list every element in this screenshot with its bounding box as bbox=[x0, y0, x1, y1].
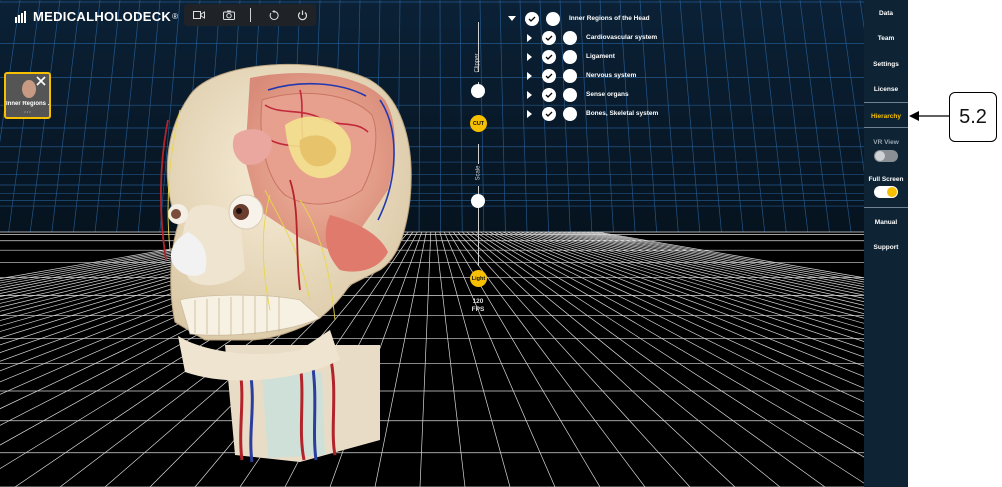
vr-view-toggle[interactable] bbox=[874, 150, 898, 162]
toggle-knob bbox=[875, 151, 885, 161]
collapse-icon[interactable] bbox=[508, 16, 516, 21]
thumbnail-preview bbox=[22, 80, 36, 98]
isolate-toggle[interactable] bbox=[563, 68, 577, 83]
tree-item-row[interactable]: Ligament bbox=[508, 47, 658, 66]
isolate-toggle[interactable] bbox=[546, 11, 560, 26]
sidebar-divider bbox=[864, 102, 908, 103]
fps-value: 120 bbox=[472, 298, 484, 305]
tree-item-row[interactable]: Sense organs bbox=[508, 85, 658, 104]
tree-item-label: Bones, Skeletal system bbox=[586, 110, 659, 117]
annotation-callout: 5.2 bbox=[949, 92, 997, 142]
check-icon bbox=[545, 111, 553, 117]
scale-track bbox=[478, 144, 479, 164]
record-video-button[interactable] bbox=[188, 4, 210, 26]
isolate-toggle[interactable] bbox=[563, 87, 577, 102]
power-icon bbox=[297, 10, 307, 20]
fps-unit: FPS bbox=[471, 306, 485, 313]
video-icon bbox=[193, 11, 205, 19]
fps-readout: 120 FPS bbox=[466, 298, 490, 314]
cut-button[interactable]: CUT bbox=[470, 115, 487, 132]
visibility-checkbox[interactable] bbox=[542, 49, 556, 64]
sidebar-item-license[interactable]: License bbox=[864, 86, 908, 93]
visibility-checkbox[interactable] bbox=[542, 87, 556, 102]
hierarchy-tree: Inner Regions of the Head Cardiovascular… bbox=[508, 9, 658, 123]
thumbnail-label: Inner Regions ... bbox=[6, 101, 49, 107]
tree-root-row: Inner Regions of the Head bbox=[508, 9, 658, 28]
scale-label: Scale bbox=[475, 165, 482, 181]
isolate-toggle[interactable] bbox=[563, 30, 577, 45]
close-icon[interactable] bbox=[35, 75, 47, 87]
sidebar-item-settings[interactable]: Settings bbox=[864, 61, 908, 68]
tree-item-label: Cardiovascular system bbox=[586, 34, 658, 41]
sidebar-item-team[interactable]: Team bbox=[864, 35, 908, 42]
isolate-toggle[interactable] bbox=[563, 106, 577, 121]
toolbar-divider bbox=[250, 8, 251, 22]
app-window: MEDICALHOLODECK ® Inner Regions ... • • •… bbox=[0, 0, 908, 487]
3d-viewport[interactable] bbox=[0, 0, 864, 487]
camera-icon bbox=[223, 10, 235, 20]
tree-children: Cardiovascular system Ligament Nervous sys… bbox=[508, 28, 658, 123]
tree-item-row[interactable]: Cardiovascular system bbox=[508, 28, 658, 47]
visibility-checkbox[interactable] bbox=[542, 68, 556, 83]
screenshot-button[interactable] bbox=[218, 4, 240, 26]
scale-slider-knob[interactable] bbox=[471, 194, 485, 208]
sidebar-divider bbox=[864, 127, 908, 128]
check-icon bbox=[545, 54, 553, 60]
sidebar-item-support[interactable]: Support bbox=[864, 244, 908, 251]
top-toolbar bbox=[184, 4, 316, 26]
full-screen-toggle[interactable] bbox=[874, 186, 898, 198]
full-screen-label: Full Screen bbox=[868, 176, 904, 183]
expand-icon[interactable] bbox=[527, 90, 532, 99]
clipper-slider-knob[interactable] bbox=[471, 84, 485, 98]
logo-icon bbox=[15, 10, 26, 23]
visibility-checkbox[interactable] bbox=[542, 30, 556, 45]
check-icon bbox=[528, 16, 536, 22]
model-thumbnail[interactable]: Inner Regions ... • • • bbox=[4, 72, 51, 119]
tree-item-label: Ligament bbox=[586, 53, 615, 60]
tree-item-row[interactable]: Nervous system bbox=[508, 66, 658, 85]
sidebar-item-data[interactable]: Data bbox=[864, 10, 908, 17]
rotate-icon bbox=[269, 9, 279, 20]
sidebar-divider bbox=[864, 207, 908, 208]
check-icon bbox=[545, 92, 553, 98]
visibility-checkbox[interactable] bbox=[525, 11, 539, 26]
power-button[interactable] bbox=[291, 4, 313, 26]
tree-root-label: Inner Regions of the Head bbox=[569, 15, 650, 22]
toggle-knob bbox=[887, 187, 897, 197]
right-sidebar: Data Team Settings License Hierarchy VR … bbox=[864, 0, 908, 487]
tree-item-label: Sense organs bbox=[586, 91, 629, 98]
expand-icon[interactable] bbox=[527, 71, 532, 80]
isolate-toggle[interactable] bbox=[563, 49, 577, 64]
expand-icon[interactable] bbox=[527, 33, 532, 42]
vr-view-label: VR View bbox=[873, 139, 899, 146]
check-icon bbox=[545, 73, 553, 79]
visibility-checkbox[interactable] bbox=[542, 106, 556, 121]
light-button[interactable]: Light bbox=[470, 270, 487, 287]
app-logo: MEDICALHOLODECK ® bbox=[14, 9, 178, 24]
check-icon bbox=[545, 35, 553, 41]
reset-view-button[interactable] bbox=[263, 4, 285, 26]
tree-item-row[interactable]: Bones, Skeletal system bbox=[508, 104, 658, 123]
trademark-symbol: ® bbox=[172, 12, 179, 21]
sidebar-item-manual[interactable]: Manual bbox=[864, 219, 908, 226]
app-title: MEDICALHOLODECK bbox=[33, 9, 172, 24]
expand-icon[interactable] bbox=[527, 52, 532, 61]
clipper-label: Clipper bbox=[474, 53, 481, 73]
tree-item-label: Nervous system bbox=[586, 72, 637, 79]
thumbnail-sublabel: • • • bbox=[24, 109, 31, 114]
expand-icon[interactable] bbox=[527, 109, 532, 118]
sidebar-item-hierarchy[interactable]: Hierarchy bbox=[864, 113, 908, 120]
